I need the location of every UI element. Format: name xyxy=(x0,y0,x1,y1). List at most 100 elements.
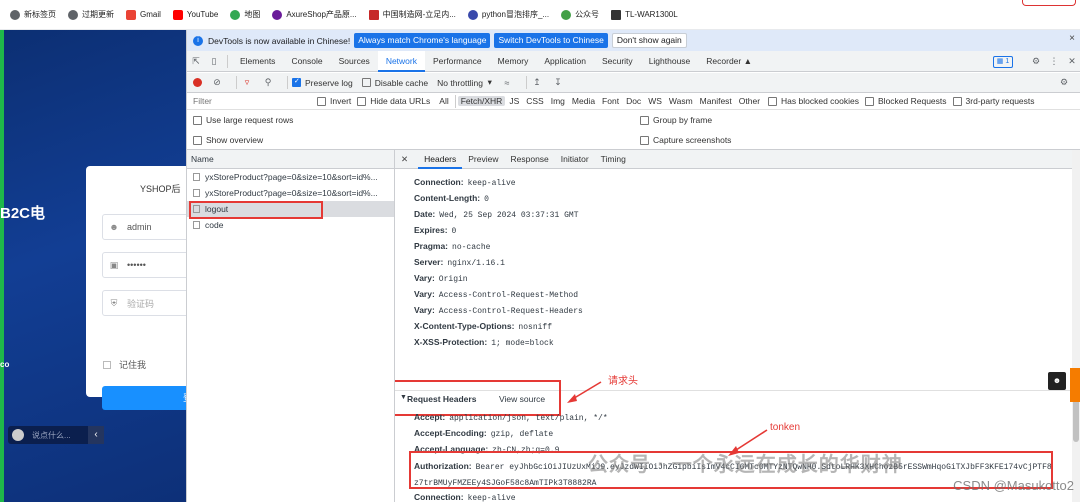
dont-show-again-button[interactable]: Don't show again xyxy=(611,33,687,48)
request-row[interactable]: yxStoreProduct?page=0&size=10&sort=id%..… xyxy=(187,185,394,201)
bookmark-item[interactable]: 地图 xyxy=(230,9,260,20)
filter-type-img[interactable]: Img xyxy=(548,96,568,106)
filter-type-doc[interactable]: Doc xyxy=(623,96,644,106)
match-language-button[interactable]: Always match Chrome's language xyxy=(354,33,491,48)
checkbox-box xyxy=(292,77,301,87)
filter-icon[interactable]: ▿ xyxy=(241,77,253,88)
header-row: Connection: keep-alive xyxy=(414,177,516,188)
login-card: YSHOP后 ☻ admin ▣ •••••• ⛨ 验证码 记住我 登 xyxy=(86,166,186,410)
side-widget-tab[interactable] xyxy=(1070,368,1080,402)
issues-badge[interactable]: ▦ 1 xyxy=(993,55,1013,68)
preserve-log-checkbox[interactable]: Preserve log xyxy=(292,77,353,88)
request-row[interactable]: code xyxy=(187,217,394,233)
bookmark-item[interactable]: TL-WAR1300L xyxy=(611,9,678,20)
disable-cache-checkbox[interactable]: Disable cache xyxy=(361,78,428,88)
throttling-select[interactable]: No throttling ▾ xyxy=(437,77,492,88)
bookmark-item[interactable]: AxureShop产品原... xyxy=(272,9,357,20)
floating-avatar-icon[interactable]: ☻ xyxy=(1048,372,1066,390)
annotation-token: tonken xyxy=(770,422,801,433)
close-icon[interactable]: × xyxy=(1069,33,1075,44)
inspect-icon[interactable]: ⇱ xyxy=(187,56,205,67)
filter-type-all[interactable]: All xyxy=(436,96,451,106)
tab-timing[interactable]: Timing xyxy=(595,150,632,169)
filter-type-wasm[interactable]: Wasm xyxy=(666,96,696,106)
request-row[interactable]: yxStoreProduct?page=0&size=10&sort=id%..… xyxy=(187,169,394,185)
invert-checkbox[interactable]: Invert xyxy=(317,96,351,106)
filter-type-fetch-xhr[interactable]: Fetch/XHR xyxy=(457,96,506,106)
wechat-icon xyxy=(561,9,572,20)
tab-sources[interactable]: Sources xyxy=(331,51,378,72)
chat-input-bar[interactable]: 说点什么... ‹ xyxy=(8,426,104,444)
tab-application[interactable]: Application xyxy=(536,51,594,72)
tab-memory[interactable]: Memory xyxy=(490,51,537,72)
tab-preview[interactable]: Preview xyxy=(462,150,504,169)
bookmark-item[interactable]: Gmail xyxy=(126,9,161,20)
bookmark-item[interactable]: python冒泡排序_... xyxy=(467,9,549,20)
search-icon[interactable]: ⚲ xyxy=(262,77,274,88)
bookmark-item[interactable]: 公众号 xyxy=(561,9,599,20)
clear-icon[interactable]: ⊘ xyxy=(211,77,223,88)
filter-type-js[interactable]: JS xyxy=(506,96,522,106)
switch-chinese-button[interactable]: Switch DevTools to Chinese xyxy=(494,33,608,48)
close-devtools-icon[interactable]: ✕ xyxy=(1063,56,1080,67)
tab-initiator[interactable]: Initiator xyxy=(555,150,595,169)
chevron-left-icon[interactable]: ‹ xyxy=(88,426,104,444)
tab-performance[interactable]: Performance xyxy=(425,51,490,72)
scrollbar[interactable] xyxy=(1072,150,1080,502)
wifi-icon[interactable]: ≈ xyxy=(501,78,513,88)
blocked-cookies-checkbox[interactable]: Has blocked cookies xyxy=(768,96,859,106)
login-button[interactable]: 登 xyxy=(102,386,186,410)
filter-type-font[interactable]: Font xyxy=(599,96,622,106)
tab-network[interactable]: Network xyxy=(377,50,425,72)
name-column-header[interactable]: Name xyxy=(187,150,394,169)
bookmark-item[interactable]: 过期更新 xyxy=(68,9,114,20)
device-toolbar-icon[interactable]: ▯ xyxy=(205,56,223,67)
info-icon: i xyxy=(193,35,203,46)
download-icon[interactable]: ↧ xyxy=(552,77,564,88)
tab-elements[interactable]: Elements xyxy=(232,51,283,72)
blocked-requests-checkbox[interactable]: Blocked Requests xyxy=(865,96,947,106)
checkbox-box xyxy=(357,96,367,106)
record-icon[interactable] xyxy=(193,78,202,87)
annotation-request-head: 请求头 xyxy=(608,376,638,387)
maps-icon xyxy=(230,9,241,20)
show-overview-checkbox[interactable]: Show overview xyxy=(193,135,263,145)
filter-type-media[interactable]: Media xyxy=(569,96,598,106)
checkbox-box xyxy=(193,135,202,145)
gear-icon[interactable]: ⚙ xyxy=(1027,56,1045,67)
filter-type-ws[interactable]: WS xyxy=(645,96,665,106)
bookmark-item[interactable]: YouTube xyxy=(172,9,218,20)
filter-type-css[interactable]: CSS xyxy=(523,96,546,106)
tab-headers[interactable]: Headers xyxy=(418,150,463,169)
tab-console[interactable]: Console xyxy=(283,51,330,72)
bookmark-item[interactable]: 新标签页 xyxy=(10,9,56,20)
group-by-frame-checkbox[interactable]: Group by frame xyxy=(640,115,712,125)
captcha-field[interactable]: ⛨ 验证码 xyxy=(102,290,186,316)
filter-type-manifest[interactable]: Manifest xyxy=(697,96,735,106)
filter-input[interactable] xyxy=(193,94,317,108)
network-settings-icon[interactable]: ⚙ xyxy=(1058,77,1070,88)
bookmark-item[interactable]: 中国制造网-立足内... xyxy=(368,9,456,20)
tab-recorder[interactable]: Recorder ▲ xyxy=(698,51,760,72)
upload-icon[interactable]: ↥ xyxy=(531,77,543,88)
filter-type-other[interactable]: Other xyxy=(736,96,763,106)
tab-security[interactable]: Security xyxy=(594,51,641,72)
tab-response[interactable]: Response xyxy=(505,150,555,169)
remember-me-checkbox[interactable]: 记住我 xyxy=(103,358,146,371)
tabbar-right-controls: ▦ 1 ⚙ ⋮ ✕ xyxy=(993,51,1080,72)
tab-lighthouse[interactable]: Lighthouse xyxy=(641,51,699,72)
large-rows-checkbox[interactable]: Use large request rows xyxy=(193,115,293,125)
hide-data-urls-checkbox[interactable]: Hide data URLs xyxy=(357,96,430,106)
devtools-tabbar: ⇱ ▯ Elements Console Sources Network Per… xyxy=(187,50,1080,72)
watermark: 公众号 · 一个永远在成长的华财神 xyxy=(588,454,903,476)
header-row: Expires: 0 xyxy=(414,225,457,236)
close-icon[interactable]: ✕ xyxy=(401,154,408,165)
third-party-checkbox[interactable]: 3rd-party requests xyxy=(952,96,1035,106)
header-row: Date: Wed, 25 Sep 2024 03:37:31 GMT xyxy=(414,209,579,220)
username-field[interactable]: ☻ admin xyxy=(102,214,186,240)
more-options-icon[interactable]: ⋮ xyxy=(1045,56,1063,67)
window-control-highlight[interactable] xyxy=(1022,0,1076,6)
password-field[interactable]: ▣ •••••• xyxy=(102,252,186,278)
capture-screenshots-checkbox[interactable]: Capture screenshots xyxy=(640,135,731,145)
header-row: Content-Length: 0 xyxy=(414,193,489,204)
